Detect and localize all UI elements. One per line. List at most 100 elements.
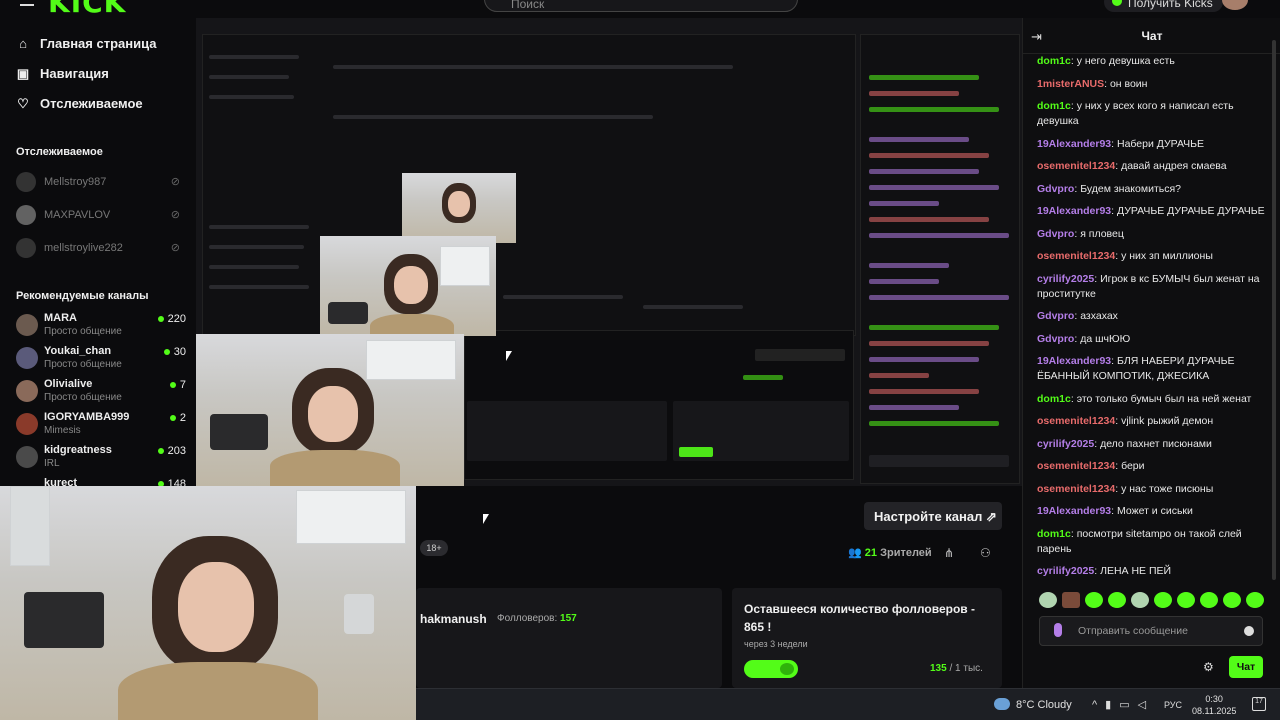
kick-logo[interactable]: KICK (48, 0, 126, 19)
notification-center-icon[interactable]: 17 (1252, 697, 1266, 711)
weather-widget[interactable]: 8°C Cloudy (1016, 699, 1072, 711)
chat-username[interactable]: osemenitel1234 (1037, 160, 1115, 172)
chat-username[interactable]: osemenitel1234 (1037, 483, 1115, 495)
chat-input-placeholder: Отправить сообщение (1078, 625, 1188, 637)
chat-text: азхахах (1080, 310, 1118, 322)
chat-username[interactable]: osemenitel1234 (1037, 415, 1115, 427)
add-user-icon[interactable]: ⚇ (980, 546, 991, 560)
emote-icon[interactable] (1177, 592, 1195, 608)
goal-count: 135 / 1 тыс. (930, 663, 983, 674)
recommended-channel[interactable]: IGORYAMBA999 Mimesis 2 (16, 411, 186, 441)
chat-username[interactable]: Gdvpro (1037, 228, 1074, 240)
chat-username[interactable]: Gdvpro (1037, 310, 1074, 322)
channel-name: Olivialive (44, 378, 93, 390)
chat-settings-gear-icon[interactable]: ⚙ (1203, 660, 1214, 674)
chat-message: osemenitel1234: бери (1037, 459, 1273, 474)
viewer-count-value: 2 (179, 412, 186, 424)
send-chat-button[interactable]: Чат (1229, 656, 1263, 678)
get-kicks-button[interactable]: Получить Kicks (1104, 0, 1223, 12)
emote-icon[interactable] (1246, 592, 1264, 608)
chat-scrollbar[interactable] (1272, 40, 1276, 580)
chat-username[interactable]: dom1c (1037, 393, 1071, 405)
viewer-count: 148 (157, 478, 186, 486)
chat-message: dom1c: у них у всех кого я написал есть … (1037, 99, 1273, 129)
compass-icon: ▣ (16, 65, 30, 81)
emoji-icon[interactable] (1244, 626, 1254, 636)
channel-name[interactable]: hakmanush (420, 612, 487, 626)
chat-text: Набери ДУРАЧЬЕ (1116, 137, 1205, 150)
language-indicator[interactable]: РУС (1164, 700, 1182, 710)
chat-message: cyrilify2025: дело пахнет писюнами (1037, 437, 1273, 452)
emote-icon[interactable] (1108, 592, 1126, 608)
following-item-name: Mellstroy987 (44, 176, 107, 188)
chat-message-input[interactable]: Отправить сообщение (1039, 616, 1263, 646)
avatar (16, 446, 38, 468)
chat-text: дело пахнет писюнами (1100, 437, 1212, 450)
chat-message: dom1c: посмотри sitetampo он такой слей … (1037, 527, 1273, 557)
chat-username[interactable]: 19Alexander93 (1037, 138, 1111, 150)
viewer-count: 203 (157, 445, 186, 457)
hamburger-menu-icon[interactable] (20, 0, 34, 6)
chat-username[interactable]: 19Alexander93 (1037, 205, 1111, 217)
chat-username[interactable]: cyrilify2025 (1037, 438, 1094, 450)
recommended-channel[interactable]: MARA Просто общение 220 (16, 312, 186, 342)
chat-username[interactable]: 19Alexander93 (1037, 505, 1111, 517)
taskbar-clock[interactable]: 0:30 08.11.2025 (1192, 693, 1236, 717)
chat-username[interactable]: Gdvpro (1037, 183, 1074, 195)
viewer-count: 👥 21 Зрителей (848, 546, 932, 559)
following-item[interactable]: MAXPAVLOV ⊘ (16, 204, 184, 226)
recommended-channel[interactable]: Olivialive Просто общение 7 (16, 378, 186, 408)
recommended-channel[interactable]: Youkai_chan Просто общение 30 (16, 345, 186, 375)
recommended-channel[interactable]: kurect 148 (16, 477, 186, 486)
setup-channel-button[interactable]: Настройте канал ⇗ (864, 502, 1002, 530)
avatar (16, 238, 36, 258)
chat-username[interactable]: cyrilify2025 (1037, 565, 1094, 577)
goal-total: / 1 тыс. (949, 663, 983, 674)
goal-title: Оставшееся количество фолловеров - 865 ! (744, 602, 975, 634)
viewer-count-label: Зрителей (880, 547, 932, 559)
chat-text: vjlink рыжий демон (1121, 415, 1214, 427)
chat-username[interactable]: osemenitel1234 (1037, 460, 1115, 472)
nav-home[interactable]: ⌂ Главная страница (16, 36, 156, 51)
goal-progress-bar (744, 660, 798, 678)
channel-category: IRL (44, 458, 60, 469)
nav-browse[interactable]: ▣ Навигация (16, 66, 109, 81)
chat-username[interactable]: Gdvpro (1037, 333, 1074, 345)
chat-text: ЛЕНА НЕ ПЕЙ (1100, 565, 1172, 577)
user-avatar[interactable] (1222, 0, 1248, 10)
emote-icon[interactable] (1154, 592, 1172, 608)
emote-icon[interactable] (1085, 592, 1103, 608)
windows-taskbar: 8°C Cloudy ^▮▭◁ РУС 0:30 08.11.2025 17 (416, 688, 1280, 720)
viewer-count-value: 7 (179, 379, 186, 391)
chat-username[interactable]: dom1c (1037, 100, 1071, 112)
chat-text: бери (1121, 460, 1145, 472)
chat-username[interactable]: osemenitel1234 (1037, 250, 1115, 262)
mouse-cursor-icon (483, 514, 489, 524)
recommended-channel[interactable]: kidgreatness IRL 203 (16, 444, 186, 474)
avatar (16, 380, 38, 402)
chat-username[interactable]: 1misterANUS (1037, 78, 1104, 90)
webcam-feed (0, 486, 416, 720)
emote-icon[interactable] (1062, 592, 1080, 608)
live-dot-icon (169, 382, 176, 389)
about-card (416, 588, 722, 688)
viewer-count-value: 220 (167, 313, 186, 325)
following-item[interactable]: mellstroylive282 ⊘ (16, 237, 184, 259)
following-item[interactable]: Mellstroy987 ⊘ (16, 171, 184, 193)
nav-following[interactable]: ♡ Отслеживаемое (16, 96, 142, 111)
chat-username[interactable]: 19Alexander93 (1037, 355, 1111, 367)
chat-username[interactable]: dom1c (1037, 55, 1071, 67)
emote-icon[interactable] (1200, 592, 1218, 608)
search-input[interactable]: Поиск (484, 0, 798, 12)
chat-username[interactable]: cyrilify2025 (1037, 273, 1094, 285)
following-item-name: MAXPAVLOV (44, 209, 111, 221)
microphone-icon[interactable] (1054, 623, 1062, 637)
emote-icon[interactable] (1039, 592, 1057, 608)
stream-video-player[interactable] (196, 18, 1022, 486)
chat-username[interactable]: dom1c (1037, 528, 1071, 540)
system-tray-icons[interactable]: ^▮▭◁ (1092, 698, 1154, 711)
share-icon[interactable]: ⋔ (944, 546, 954, 560)
nav-home-label: Главная страница (40, 36, 157, 51)
emote-icon[interactable] (1223, 592, 1241, 608)
emote-icon[interactable] (1131, 592, 1149, 608)
